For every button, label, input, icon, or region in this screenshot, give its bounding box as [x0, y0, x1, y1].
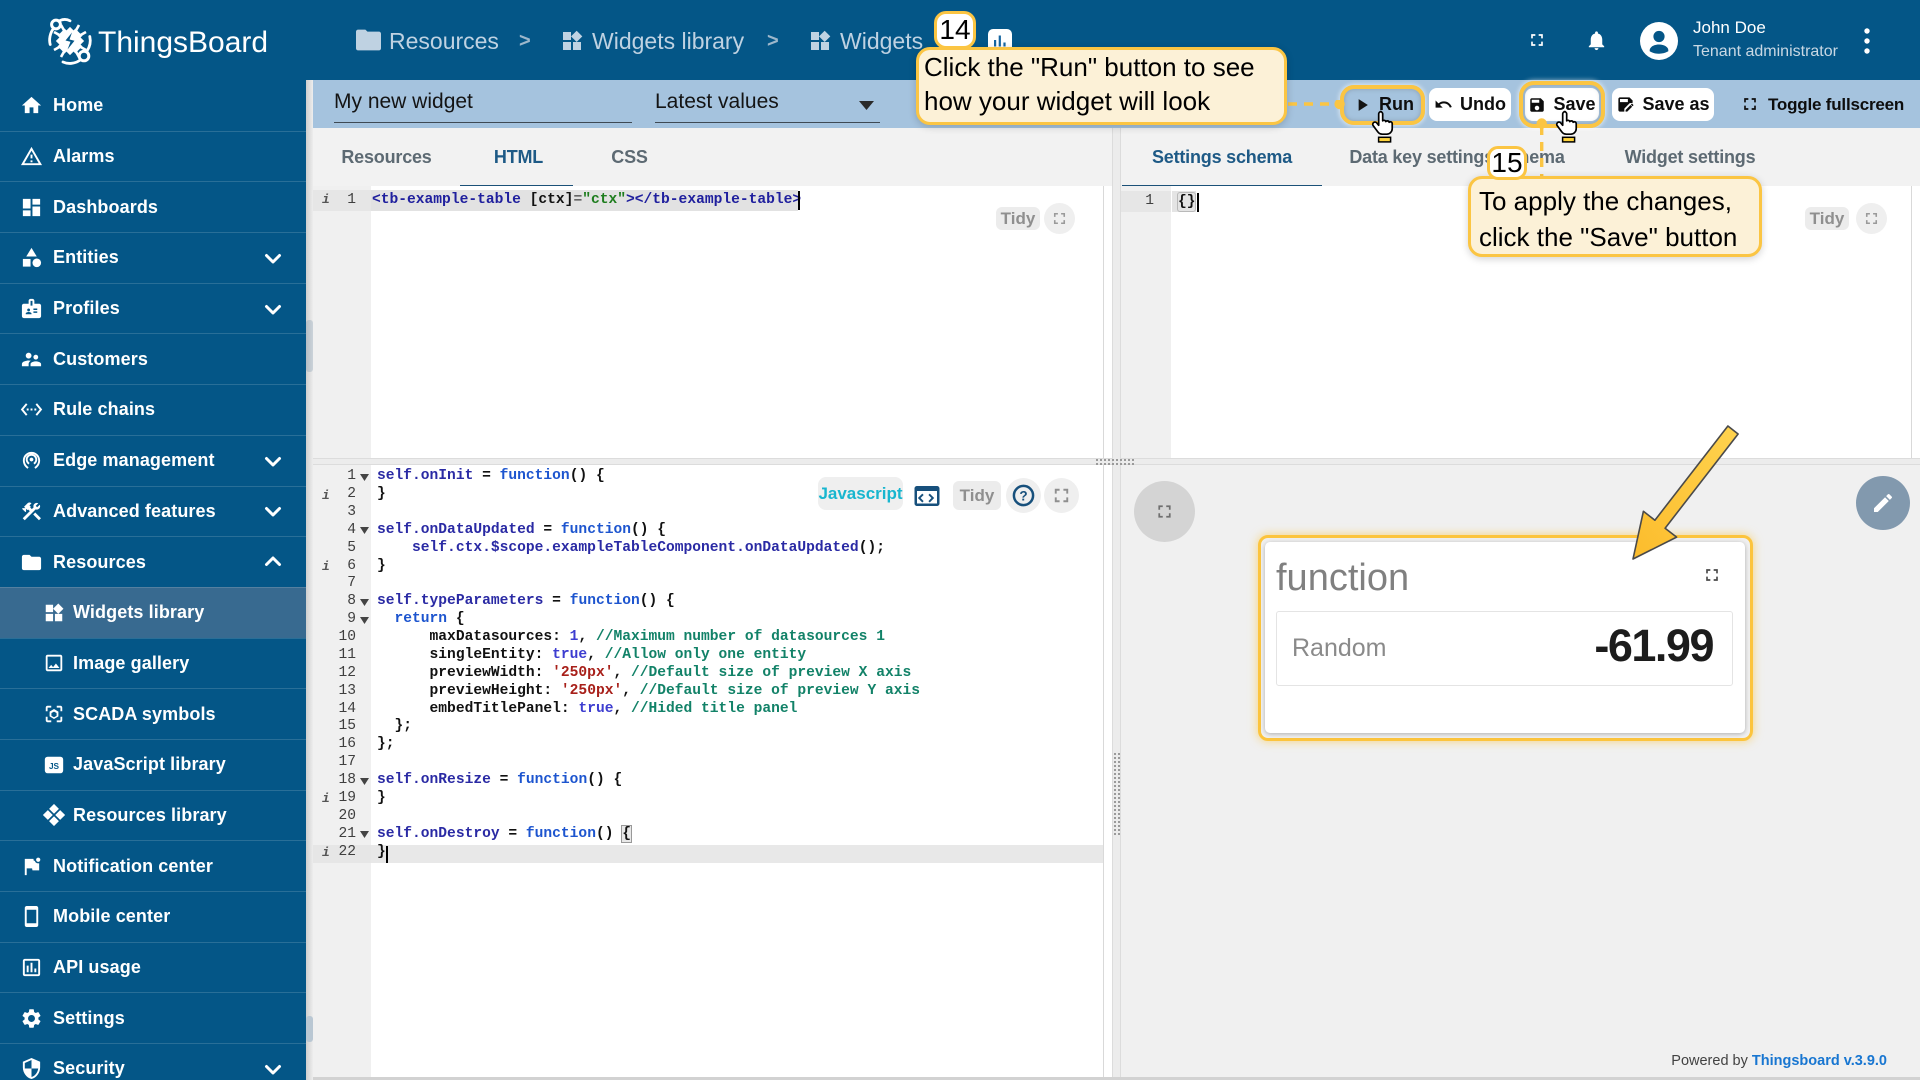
- svg-text:?: ?: [1019, 488, 1027, 503]
- svg-text:JS: JS: [49, 762, 60, 771]
